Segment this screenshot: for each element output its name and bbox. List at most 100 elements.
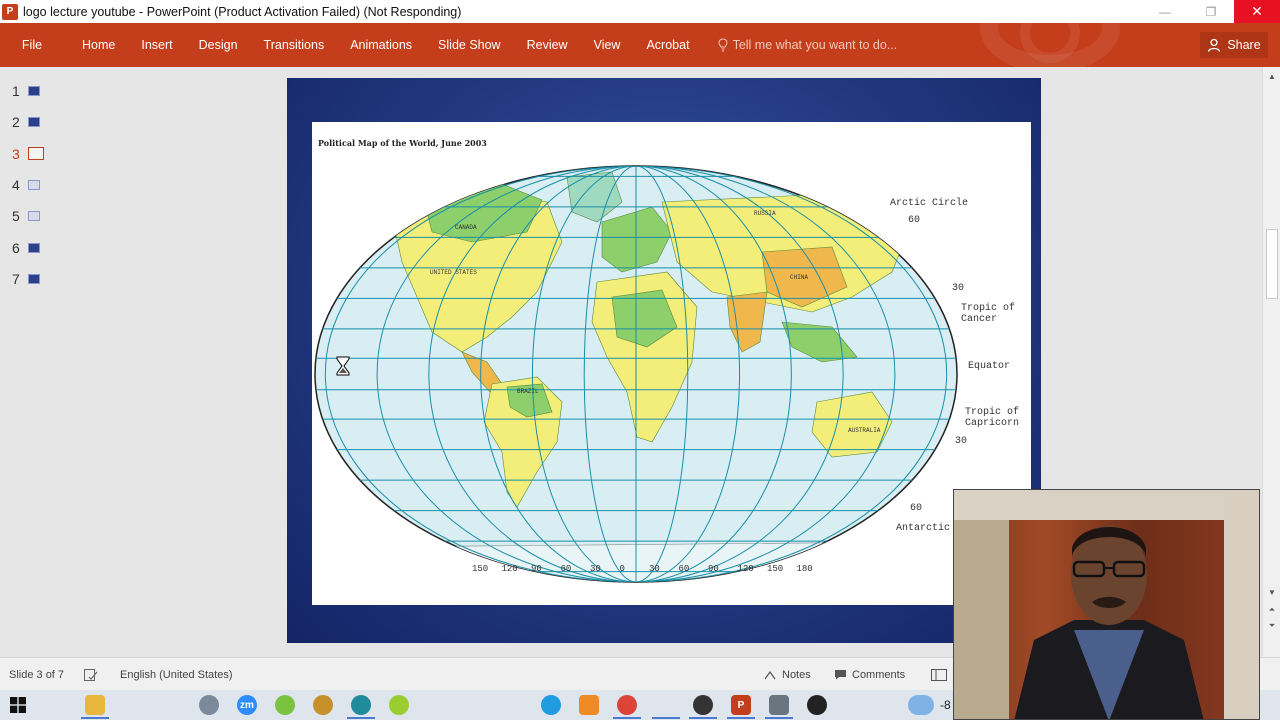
webcam-overlay <box>953 489 1260 720</box>
active-indicator <box>347 717 375 719</box>
tab-acrobat[interactable]: Acrobat <box>646 23 689 67</box>
active-indicator <box>727 717 755 719</box>
slide-thumbnail-number: 6 <box>12 239 20 256</box>
label-continent: CHINA <box>790 274 809 281</box>
notes-label: Notes <box>782 668 811 681</box>
slide-thumbnail-number: 4 <box>12 176 20 193</box>
tab-animations[interactable]: Animations <box>350 23 412 67</box>
label-lat-30-south: 30 <box>955 436 968 447</box>
label-lat-30-north: 30 <box>952 283 965 294</box>
share-button[interactable]: Share <box>1200 32 1268 58</box>
label-arctic-circle: Arctic Circle <box>890 198 969 209</box>
settings-gear-icon[interactable] <box>199 695 219 715</box>
app-icon-orange[interactable] <box>313 695 333 715</box>
notes-button[interactable]: Notes <box>764 658 811 691</box>
tab-transitions[interactable]: Transitions <box>264 23 325 67</box>
lightbulb-icon <box>718 38 728 52</box>
app-icon-orange-square[interactable] <box>579 695 599 715</box>
longitude-label: 30 <box>590 564 601 574</box>
tab-design[interactable]: Design <box>199 23 238 67</box>
comments-button[interactable]: Comments <box>834 658 905 691</box>
longitude-label: 60 <box>678 564 690 574</box>
search-app-icon[interactable] <box>351 695 371 715</box>
longitude-label: 60 <box>560 564 572 574</box>
scroll-up-arrow[interactable]: ▲ <box>1263 69 1280 83</box>
slide-thumbnail-image <box>28 242 40 253</box>
longitude-label: 0 <box>619 564 625 574</box>
active-indicator <box>81 717 109 719</box>
longitude-label: 120 <box>737 564 754 574</box>
app-icon-green[interactable] <box>275 695 295 715</box>
slide-thumbnail-3[interactable]: 3 <box>12 146 44 162</box>
zoom-app-icon[interactable]: zm <box>237 695 257 715</box>
active-indicator <box>765 717 793 719</box>
label-continent: RUSSIA <box>754 210 776 217</box>
slide-position[interactable]: Slide 3 of 7 <box>9 658 64 691</box>
weather-cloud-icon[interactable] <box>908 695 934 715</box>
normal-view-icon[interactable] <box>931 658 947 691</box>
chrome-browser-icon[interactable] <box>617 695 637 715</box>
powerpoint-app-icon[interactable]: P <box>2 3 18 20</box>
tab-review[interactable]: Review <box>527 23 568 67</box>
slide-thumbnail-1[interactable]: 1 <box>12 83 40 99</box>
tab-home[interactable]: Home <box>82 23 115 67</box>
slide-thumbnail-number: 3 <box>12 145 20 162</box>
tab-slide-show[interactable]: Slide Show <box>438 23 501 67</box>
tab-view[interactable]: View <box>594 23 621 67</box>
slide-thumbnail-image <box>28 86 40 96</box>
next-slide-button[interactable]: ⏷ <box>1263 619 1280 633</box>
slide-thumbnail-5[interactable]: 5 <box>12 208 40 224</box>
world-map-image[interactable]: Political Map of the World, June 2003 Ar… <box>312 122 1031 605</box>
slide-thumbnail-6[interactable]: 6 <box>12 240 40 256</box>
spell-check-icon[interactable] <box>84 658 98 691</box>
longitude-label: 90 <box>531 564 542 574</box>
longitude-label: 180 <box>796 564 813 574</box>
powerpoint-window: P logo lecture youtube - PowerPoint (Pro… <box>0 0 1280 720</box>
tell-me-search[interactable]: Tell me what you want to do... <box>718 38 898 52</box>
app-icon-gray[interactable] <box>769 695 789 715</box>
scroll-down-arrow[interactable]: ▼ <box>1263 585 1280 599</box>
label-continent: AUSTRALIA <box>848 427 881 434</box>
land-antarctica <box>331 541 953 582</box>
slide-thumbnail-image <box>28 273 40 284</box>
presenter-video-frame <box>954 490 1259 719</box>
label-lat-60-south: 60 <box>910 503 923 514</box>
app-icon-lime[interactable] <box>389 695 409 715</box>
vertical-scrollbar[interactable]: ▲ ▼ ⏶ ⏷ <box>1262 67 1280 657</box>
scrollbar-thumb[interactable] <box>1266 229 1278 299</box>
label-continent: CANADA <box>455 224 477 231</box>
restore-button[interactable]: ❐ <box>1188 0 1234 23</box>
slide-thumbnail-image <box>28 179 40 190</box>
minimize-button[interactable]: — <box>1142 0 1188 23</box>
slide-thumbnail-4[interactable]: 4 <box>12 177 40 193</box>
label-continent: UNITED STATES <box>430 269 477 276</box>
active-indicator <box>613 717 641 719</box>
file-explorer-icon[interactable] <box>85 695 105 715</box>
longitude-label: 90 <box>708 564 719 574</box>
app-icon-dark[interactable] <box>807 695 827 715</box>
tab-file[interactable]: File <box>0 23 64 67</box>
language-indicator[interactable]: English (United States) <box>120 658 233 691</box>
close-button[interactable]: ✕ <box>1234 0 1280 23</box>
windows-start-icon[interactable] <box>10 697 26 713</box>
slide-thumbnail-2[interactable]: 2 <box>12 114 40 130</box>
edge-browser-icon[interactable] <box>541 695 561 715</box>
slide-thumbnail-number: 7 <box>12 270 20 287</box>
slide-thumbnail-7[interactable]: 7 <box>12 271 40 287</box>
notes-icon <box>764 670 776 679</box>
powerpoint-taskbar-icon[interactable]: P <box>731 695 751 715</box>
tab-insert[interactable]: Insert <box>141 23 172 67</box>
previous-slide-button[interactable]: ⏶ <box>1263 603 1280 617</box>
comment-icon <box>835 670 846 680</box>
share-label: Share <box>1227 38 1261 52</box>
longitude-label: 150 <box>472 564 489 574</box>
comments-label: Comments <box>852 668 906 681</box>
title-bar[interactable]: P logo lecture youtube - PowerPoint (Pro… <box>0 0 1280 23</box>
slide-thumbnail-image <box>28 147 44 161</box>
tell-me-placeholder: Tell me what you want to do... <box>732 38 898 52</box>
label-equator: Equator <box>968 361 1011 372</box>
active-indicator <box>652 717 680 719</box>
slide-thumbnail-number: 1 <box>12 83 20 99</box>
obs-app-icon[interactable] <box>693 695 713 715</box>
slide-thumbnails-pane: 1 2 3 4 5 6 7 <box>0 67 64 657</box>
